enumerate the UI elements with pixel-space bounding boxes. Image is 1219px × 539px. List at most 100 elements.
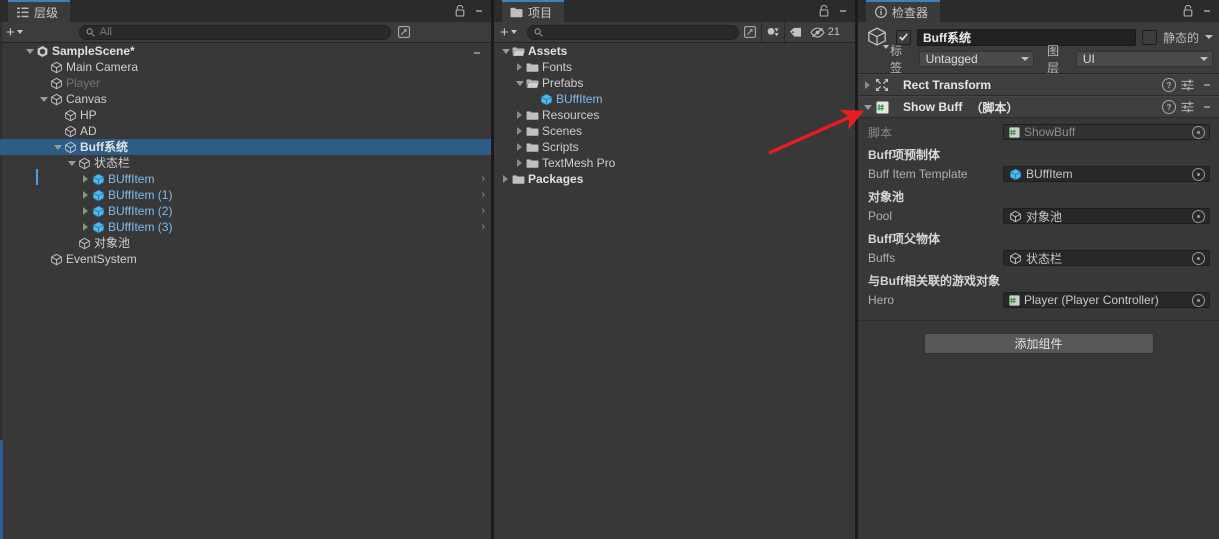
foldout-icon[interactable] <box>514 107 525 123</box>
tree-row[interactable]: 对象池 <box>0 235 491 251</box>
foldout-icon[interactable] <box>24 43 35 59</box>
component-menu-icon[interactable] <box>1199 76 1215 94</box>
chevron-down-icon <box>510 30 517 34</box>
static-checkbox[interactable] <box>1141 29 1157 45</box>
object-field[interactable]: 状态栏 <box>1003 250 1210 266</box>
tree-row[interactable]: Main Camera <box>0 59 491 75</box>
preset-settings-icon[interactable] <box>1181 101 1194 113</box>
foldout-icon[interactable] <box>80 171 91 187</box>
object-field-value: 状态栏 <box>1026 251 1063 266</box>
component-menu-icon[interactable] <box>1199 98 1215 116</box>
tree-row[interactable]: Player <box>0 75 491 91</box>
property-row: Buff Item Template BUffItem <box>858 164 1219 184</box>
help-icon[interactable]: ? <box>1162 78 1176 92</box>
add-component-button[interactable]: 添加组件 <box>923 333 1154 354</box>
object-picker-icon[interactable] <box>1192 167 1205 181</box>
plus-icon: + <box>6 23 15 41</box>
lock-icon[interactable] <box>816 2 832 20</box>
object-field[interactable]: Player (Player Controller) <box>1003 292 1210 308</box>
open-prefab-chevron-icon[interactable]: › <box>481 187 485 203</box>
tree-row-label: Assets <box>528 44 568 58</box>
project-search-input[interactable] <box>526 24 739 40</box>
tab-hierarchy[interactable]: 层级 <box>8 0 71 22</box>
component-header-show-buff[interactable]: Show Buff （脚本） ? <box>858 96 1219 118</box>
filter-by-label-icon[interactable] <box>783 22 807 42</box>
project-add-button[interactable]: + <box>494 24 523 41</box>
open-prefab-chevron-icon[interactable]: › <box>481 171 485 187</box>
object-field[interactable]: 对象池 <box>1003 208 1210 224</box>
foldout-icon[interactable] <box>514 75 525 91</box>
component-suffix-show-buff: （脚本） <box>970 100 1019 115</box>
foldout-icon[interactable] <box>52 139 63 155</box>
foldout-icon[interactable] <box>514 139 525 155</box>
tree-row[interactable]: Packages <box>494 171 855 187</box>
foldout-icon[interactable] <box>514 59 525 75</box>
component-foldout-icon[interactable] <box>862 77 873 93</box>
gameobject-cube-icon <box>1009 210 1022 223</box>
tree-row[interactable]: BUffItem (3) › <box>0 219 491 235</box>
tree-row[interactable]: Canvas <box>0 91 491 107</box>
foldout-icon[interactable] <box>500 43 511 59</box>
tab-project[interactable]: 项目 <box>502 0 565 22</box>
tree-row-label: BUffItem <box>108 172 155 186</box>
tree-row-label: Canvas <box>66 92 107 106</box>
component-header-rect-transform[interactable]: Rect Transform ? <box>858 74 1219 96</box>
object-picker-icon[interactable] <box>1192 209 1205 223</box>
tree-row[interactable]: AD <box>0 123 491 139</box>
property-label: Buffs <box>868 251 896 265</box>
open-prefab-chevron-icon[interactable]: › <box>481 203 485 219</box>
tree-row[interactable]: 状态栏 <box>0 155 491 171</box>
expand-search-icon[interactable] <box>739 22 761 42</box>
tree-row[interactable]: BUffItem › <box>0 171 491 187</box>
inspector-menu-icon[interactable] <box>1199 2 1215 20</box>
foldout-icon[interactable] <box>66 155 77 171</box>
expand-search-icon[interactable] <box>393 22 415 42</box>
hierarchy-menu-icon[interactable] <box>471 2 487 20</box>
object-field[interactable]: BUffItem <box>1003 166 1210 182</box>
property-row: Buffs 状态栏 <box>858 248 1219 268</box>
preset-settings-icon[interactable] <box>1181 79 1194 91</box>
project-menu-icon[interactable] <box>835 2 851 20</box>
foldout-icon[interactable] <box>80 203 91 219</box>
property-group-header: 对象池 <box>868 190 905 204</box>
tree-row[interactable]: BUffItem (2) › <box>0 203 491 219</box>
hierarchy-search-input[interactable]: All <box>78 24 391 40</box>
foldout-icon[interactable] <box>500 171 511 187</box>
object-picker-icon[interactable] <box>1192 125 1205 139</box>
tree-row[interactable]: Prefabs <box>494 75 855 91</box>
help-icon[interactable]: ? <box>1162 100 1176 114</box>
tree-row[interactable]: BUffItem (1) › <box>0 187 491 203</box>
object-picker-icon[interactable] <box>1192 251 1205 265</box>
hierarchy-add-button[interactable]: + <box>0 24 29 41</box>
gameobject-name-input[interactable]: Buff系统 <box>917 28 1136 46</box>
tag-value: Untagged <box>925 52 978 66</box>
foldout-icon[interactable] <box>514 155 525 171</box>
prefab-cube-icon <box>91 203 106 219</box>
tree-row[interactable]: SampleScene* <box>0 43 491 59</box>
tree-row[interactable]: EventSystem <box>0 251 491 267</box>
static-dropdown-chevron-icon[interactable] <box>1205 35 1213 39</box>
tab-inspector[interactable]: 检查器 <box>866 0 941 22</box>
project-toolbar: + 21 <box>494 22 855 43</box>
lock-icon[interactable] <box>452 2 468 20</box>
object-picker-icon[interactable] <box>1192 293 1205 307</box>
hierarchy-search-placeholder: All <box>99 26 112 38</box>
property-group-header: Buff项预制体 <box>868 148 940 162</box>
layer-dropdown[interactable]: UI <box>1075 51 1213 67</box>
tree-row[interactable]: HP <box>0 107 491 123</box>
foldout-icon[interactable] <box>80 187 91 203</box>
filter-by-type-icon[interactable] <box>760 22 784 42</box>
foldout-icon[interactable] <box>38 91 49 107</box>
gameobject-cube-icon <box>63 107 78 123</box>
tag-dropdown[interactable]: Untagged <box>918 51 1035 67</box>
tree-row-label: Scenes <box>542 124 583 138</box>
foldout-icon[interactable] <box>514 123 525 139</box>
foldout-icon <box>38 251 49 267</box>
open-prefab-chevron-icon[interactable]: › <box>481 219 485 235</box>
tree-row[interactable]: Assets <box>494 43 855 59</box>
tree-row[interactable]: Fonts <box>494 59 855 75</box>
lock-icon[interactable] <box>1180 2 1196 20</box>
foldout-icon[interactable] <box>80 219 91 235</box>
tree-row[interactable]: Buff系统 <box>0 139 491 155</box>
hidden-assets-count[interactable]: 21 <box>807 22 846 42</box>
